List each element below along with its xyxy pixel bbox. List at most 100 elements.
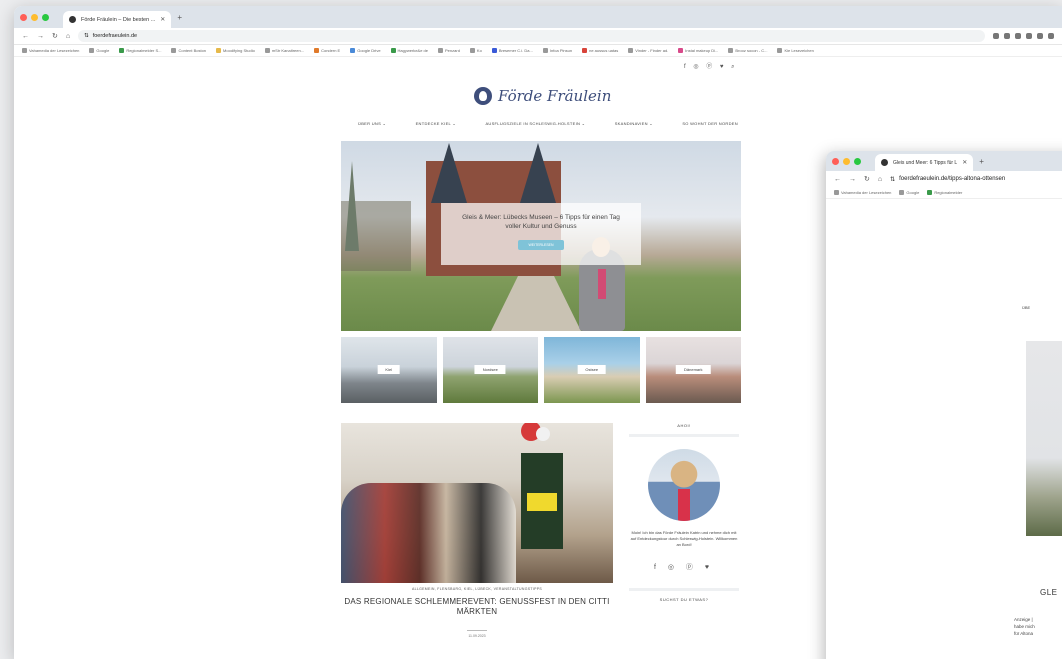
active-tab[interactable]: Förde Fräulein – Die besten ... ✕ xyxy=(63,11,172,28)
extension-icon[interactable] xyxy=(993,33,999,39)
post-title[interactable]: DAS REGIONALE SCHLEMMEREVENT: GENUSSFEST… xyxy=(341,597,613,617)
hero-tower-right xyxy=(520,143,556,203)
back-icon[interactable]: ← xyxy=(834,176,841,183)
post-image-people xyxy=(341,483,516,583)
menu-item-skandinavien[interactable]: SKANDINAVIEN ⌄ xyxy=(615,121,653,126)
hero-read-more-button[interactable]: WEITERLESEN xyxy=(518,240,564,250)
category-label: Nordsee xyxy=(474,365,506,374)
extension-icon[interactable] xyxy=(1037,33,1043,39)
close-window-icon[interactable] xyxy=(832,157,839,165)
new-tab-icon[interactable]: + xyxy=(979,157,984,166)
menu-item-ueber-uns[interactable]: ÜBER UNS ⌄ xyxy=(358,121,386,126)
folder-icon xyxy=(469,48,475,53)
extension-icon[interactable] xyxy=(1015,33,1021,39)
site-info-icon[interactable]: ⇅ xyxy=(890,176,895,183)
bookmark-item[interactable]: Regionalmelder xyxy=(927,190,962,195)
sidebar: AHOI! Moin! Ich bin das Förde Fräulein K… xyxy=(629,423,739,602)
bookmark-item[interactable]: Vinder - Finder ad. xyxy=(628,48,668,53)
reload-icon[interactable]: ↻ xyxy=(864,175,870,183)
bookmark-icon xyxy=(314,48,320,53)
header-social-icons[interactable]: f ◎ ⓟ ♥ ⌕ xyxy=(684,61,738,71)
tab-title: Gleis und Meer: 6 Tipps für L xyxy=(893,159,958,166)
active-tab[interactable]: Gleis und Meer: 6 Tipps für L ✕ xyxy=(875,154,974,171)
menu-item-partial[interactable]: ÜBE xyxy=(1022,305,1030,310)
forward-icon[interactable]: → xyxy=(849,176,856,183)
post-featured-image[interactable] xyxy=(341,423,613,583)
window-controls xyxy=(20,13,49,21)
forward-icon[interactable]: → xyxy=(37,33,44,40)
folder-icon xyxy=(216,48,222,53)
menu-item-ausflugsziele[interactable]: AUSFLUGSZIELE IN SCHLESWIG-HOLSTEIN ⌄ xyxy=(485,121,585,126)
hero-title[interactable]: Gleis & Meer: Lübecks Museen – 6 Tipps f… xyxy=(441,213,641,231)
bookmark-item[interactable]: Hagywerke&e de xyxy=(390,48,428,53)
new-tab-icon[interactable]: + xyxy=(177,13,182,22)
menu-item-entdecke-kiel[interactable]: ENTDECKE KIEL ⌄ xyxy=(416,121,456,126)
bookmark-icon xyxy=(834,190,839,195)
category-tile-kiel[interactable]: Kiel xyxy=(341,337,437,403)
bookmark-icon xyxy=(438,48,444,53)
category-tile-nordsee[interactable]: Nordsee xyxy=(442,337,538,403)
bookmark-item[interactable]: Regionalmelder S... xyxy=(119,48,161,53)
address-bar[interactable]: ⇅ foerdefraeulein.de/tipps-altona-ottens… xyxy=(890,176,1005,183)
post-categories[interactable]: ALLGEMEIN, FLENSBURG, KIEL, LÜBECK, VERA… xyxy=(341,587,613,591)
bookmark-item[interactable]: Condern E xyxy=(314,48,340,53)
bookmark-icon xyxy=(628,48,634,53)
bookmark-icon xyxy=(264,48,270,53)
bookmark-icon xyxy=(542,48,548,53)
hero-slider[interactable]: Gleis & Meer: Lübecks Museen – 6 Tipps f… xyxy=(341,141,741,331)
url-text: foerdefraeulein.de/tipps-altona-ottensen xyxy=(899,176,1006,182)
site-info-icon[interactable]: ⇅ xyxy=(84,33,89,39)
bookmark-item[interactable]: Ko xyxy=(469,48,482,53)
bookmark-item[interactable]: Instal makeup Di... xyxy=(678,48,718,53)
category-label: Kiel xyxy=(377,365,401,374)
bookmark-icon xyxy=(582,48,588,53)
navigation-bar: ← → ↻ ⌂ ⇅ foerdefraeulein.de/tipps-alton… xyxy=(826,171,1062,187)
favicon-icon xyxy=(881,159,888,166)
home-icon[interactable]: ⌂ xyxy=(878,176,882,183)
maximize-window-icon[interactable] xyxy=(42,13,49,21)
bookmark-item[interactable]: Moodifying Studio xyxy=(216,48,255,53)
bookmark-item[interactable]: Google Drive xyxy=(350,48,381,53)
favicon-icon xyxy=(69,16,76,23)
address-bar[interactable]: ⇅ foerdefraeulein.de xyxy=(78,30,985,42)
extension-icon[interactable] xyxy=(1048,33,1054,39)
logo-silhouette-icon xyxy=(474,87,492,105)
hero-path xyxy=(491,276,581,331)
bookmark-item[interactable]: Infoa Pinsun xyxy=(542,48,572,53)
bookmark-icon xyxy=(491,48,497,53)
bookmark-item[interactable]: Bresemer C.i. Da... xyxy=(491,48,533,53)
bookmark-item[interactable]: Google xyxy=(89,48,109,53)
bookmark-item[interactable]: Brooz socon - C... xyxy=(728,48,767,53)
bookmark-item[interactable]: ne aussus uatas xyxy=(582,48,618,53)
close-tab-icon[interactable]: ✕ xyxy=(160,16,165,23)
logo-text: Förde Fräulein xyxy=(498,87,612,105)
category-tile-ostsee[interactable]: Ostsee xyxy=(544,337,640,403)
home-icon[interactable]: ⌂ xyxy=(66,33,70,40)
bookmark-item[interactable]: mStr Kanaltreen... xyxy=(264,48,304,53)
folder-icon xyxy=(89,48,95,53)
extension-icon[interactable] xyxy=(1026,33,1032,39)
maximize-window-icon[interactable] xyxy=(854,157,861,165)
bookmark-icon xyxy=(171,48,177,53)
bookmark-item[interactable]: Penzard xyxy=(438,48,460,53)
bookmarks-bar: Vahamedia der Lesezeichen Google Regiona… xyxy=(826,187,1062,199)
url-text: foerdefraeulein.de xyxy=(92,33,138,39)
bookmark-item[interactable]: Vahamedia der Lesezeichen xyxy=(22,48,79,53)
hero-caption-box: Gleis & Meer: Lübecks Museen – 6 Tipps f… xyxy=(441,203,641,265)
minimize-window-icon[interactable] xyxy=(31,13,38,21)
site-logo[interactable]: Förde Fräulein xyxy=(474,87,611,105)
menu-item-so-wohnt-der-norden[interactable]: SO WOHNT DER NORDEN xyxy=(682,121,738,126)
tab-title: Förde Fräulein – Die besten ... xyxy=(81,16,156,23)
extension-icon[interactable] xyxy=(1004,33,1010,39)
bookmark-item[interactable]: Kie Lesezeichen xyxy=(777,48,814,53)
bookmark-item[interactable]: Google xyxy=(899,190,919,195)
minimize-window-icon[interactable] xyxy=(843,157,850,165)
reload-icon[interactable]: ↻ xyxy=(52,32,58,40)
sidebar-social-icons[interactable]: f ◎ ⓟ ♥ xyxy=(629,562,739,572)
close-window-icon[interactable] xyxy=(20,13,27,21)
category-tile-daenemark[interactable]: Dänemark xyxy=(645,337,741,403)
back-icon[interactable]: ← xyxy=(22,33,29,40)
bookmark-item[interactable]: Vahamedia der Lesezeichen xyxy=(834,190,891,195)
close-tab-icon[interactable]: ✕ xyxy=(962,159,967,166)
bookmark-item[interactable]: Content Boston xyxy=(171,48,206,53)
